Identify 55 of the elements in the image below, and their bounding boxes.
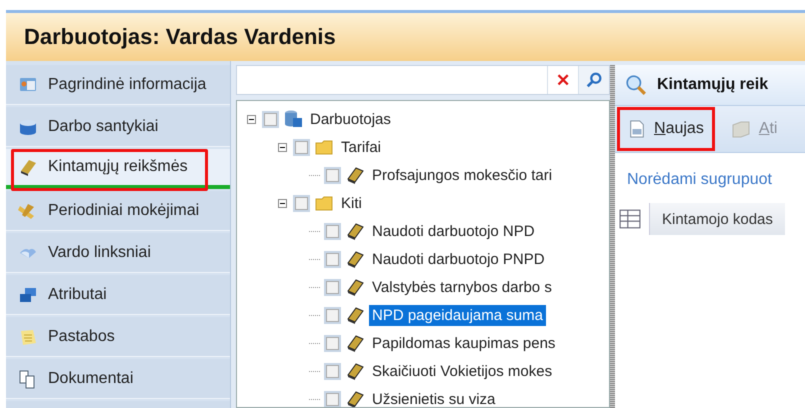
checkbox[interactable] bbox=[324, 222, 341, 240]
checkbox[interactable] bbox=[324, 334, 341, 352]
tree-item[interactable]: Kiti bbox=[338, 192, 365, 214]
checkbox[interactable] bbox=[293, 138, 310, 156]
table-icon bbox=[619, 208, 641, 230]
book-icon bbox=[345, 305, 365, 325]
book-icon bbox=[345, 361, 365, 381]
tree-item[interactable]: Užsienietis su viza bbox=[369, 388, 498, 407]
tree-item[interactable]: Skaičiuoti Vokietijos mokes bbox=[369, 360, 556, 382]
document-icon bbox=[628, 119, 646, 139]
sidebar-item[interactable]: Vardo linksniai bbox=[6, 233, 230, 273]
search-field[interactable]: ✕ bbox=[236, 65, 610, 95]
expander-button[interactable] bbox=[247, 114, 258, 124]
expander-button[interactable] bbox=[278, 142, 289, 152]
column-header[interactable]: Kintamojo kodas bbox=[649, 203, 785, 235]
window-title: Darbuotojas: Vardas Vardenis bbox=[24, 24, 336, 50]
checkbox[interactable] bbox=[324, 278, 341, 296]
sidebar-item[interactable]: Periodiniai mokėjimai bbox=[6, 191, 230, 231]
sidebar-item[interactable]: Atributai bbox=[6, 275, 230, 315]
book-icon bbox=[345, 165, 365, 185]
tree-item[interactable]: Darbuotojas bbox=[307, 108, 394, 130]
sidebar-item[interactable]: Pastabos bbox=[6, 317, 230, 357]
tree-item[interactable]: Papildomas kaupimas pens bbox=[369, 332, 558, 354]
tree-item[interactable]: Tarifai bbox=[338, 136, 384, 158]
magnifier-icon bbox=[625, 74, 647, 96]
tree-item[interactable]: Valstybės tarnybos darbo s bbox=[369, 276, 555, 298]
search-icon bbox=[585, 71, 603, 89]
checkbox[interactable] bbox=[324, 166, 341, 184]
folder-icon bbox=[730, 119, 751, 139]
book-icon bbox=[345, 221, 365, 241]
sidebar-item[interactable]: Dokumentai bbox=[6, 359, 230, 399]
checkbox[interactable] bbox=[324, 250, 341, 268]
book-icon bbox=[345, 333, 365, 353]
checkbox[interactable] bbox=[293, 194, 310, 212]
book-icon bbox=[345, 249, 365, 269]
sidebar-item[interactable]: Pagrindinė informacija bbox=[6, 65, 230, 105]
book-icon bbox=[345, 277, 365, 297]
checkbox[interactable] bbox=[324, 362, 341, 380]
sidebar-item[interactable]: Kintamųjų reikšmės bbox=[6, 149, 230, 189]
tree-item[interactable]: NPD pageidaujama suma bbox=[369, 304, 546, 326]
expander-button[interactable] bbox=[278, 198, 289, 208]
search-button[interactable] bbox=[578, 66, 609, 94]
checkbox[interactable] bbox=[262, 110, 279, 128]
new-button[interactable]: Naujas bbox=[617, 107, 715, 151]
book-icon bbox=[18, 157, 38, 177]
checkbox[interactable] bbox=[324, 306, 341, 324]
checkbox[interactable] bbox=[324, 390, 341, 407]
tree-item[interactable]: Naudoti darbuotojo PNPD bbox=[369, 248, 548, 270]
book-icon bbox=[345, 389, 365, 407]
tree-item[interactable]: Profsajungos mokesčio tari bbox=[369, 164, 556, 186]
sidebar-item[interactable]: Darbo santykiai bbox=[6, 107, 230, 147]
group-hint: Norėdami sugrupuot bbox=[626, 171, 773, 189]
database-icon bbox=[283, 109, 303, 129]
tree-item[interactable]: Naudoti darbuotojo NPD bbox=[369, 220, 538, 242]
panel-title: Kintamųjų reik bbox=[657, 76, 768, 94]
